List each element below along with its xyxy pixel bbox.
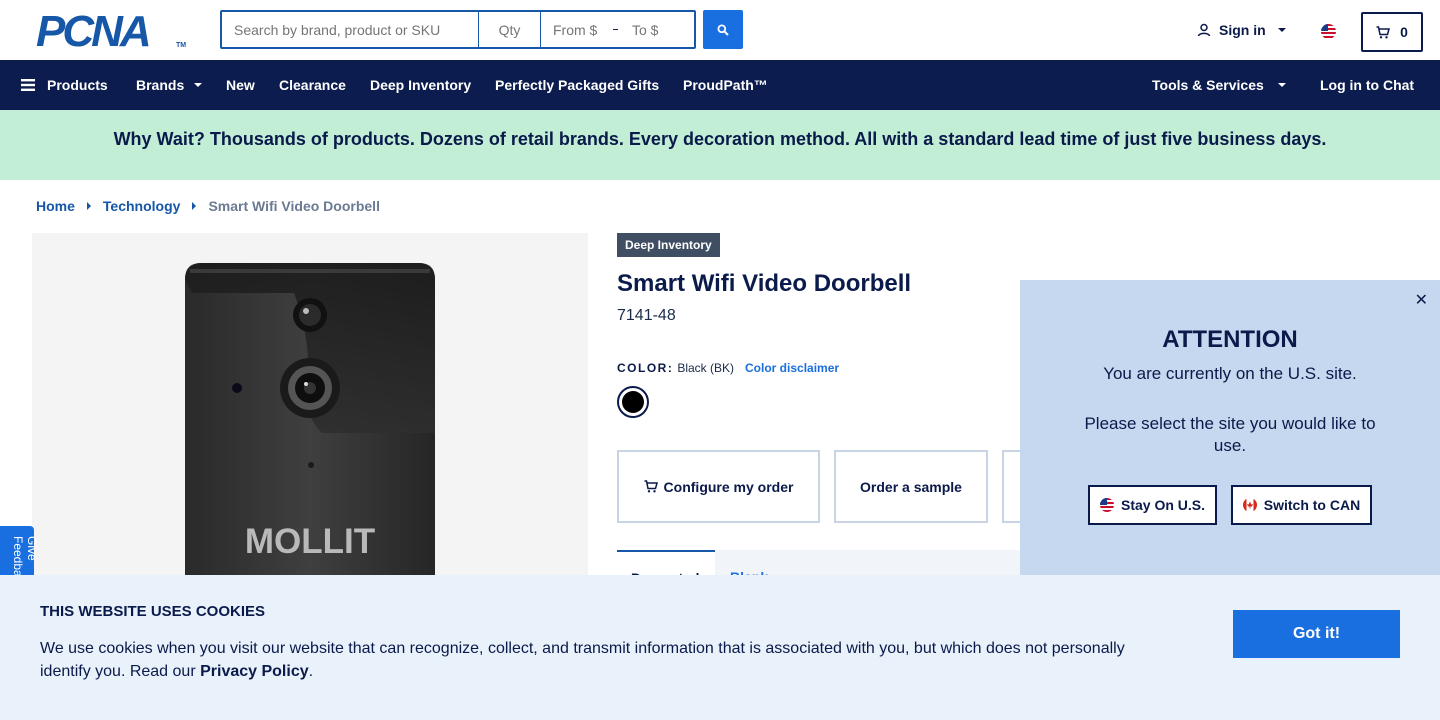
us-flag-icon (1099, 498, 1114, 512)
stay-us-button[interactable]: Stay On U.S. (1088, 485, 1217, 525)
nav-deep-inventory[interactable]: Deep Inventory (370, 60, 471, 110)
cart-icon (644, 480, 658, 493)
color-row: COLOR: Black (BK) Color disclaimer (617, 361, 839, 375)
color-label: COLOR: (617, 361, 674, 375)
user-icon (1197, 23, 1211, 37)
nav-proudpath[interactable]: ProudPath™ (683, 60, 768, 110)
canada-flag-icon (1242, 498, 1257, 512)
site-selection-modal: ✕ ATTENTION You are currently on the U.S… (1020, 280, 1440, 580)
hamburger-icon (21, 79, 35, 91)
modal-current-site-text: You are currently on the U.S. site. (1103, 364, 1357, 383)
breadcrumb-separator-icon (192, 202, 197, 210)
swatch-fill (622, 391, 644, 413)
order-sample-button[interactable]: Order a sample (834, 450, 988, 523)
nav-tools-services[interactable]: Tools & Services (1152, 60, 1286, 110)
nav-products-label: Products (47, 77, 108, 93)
price-to-input[interactable] (632, 21, 682, 38)
nav-chat-login[interactable]: Log in to Chat (1320, 60, 1414, 110)
logo-text: PCNA (36, 7, 152, 56)
sign-in-label: Sign in (1219, 22, 1266, 38)
close-icon[interactable]: ✕ (1415, 290, 1428, 310)
breadcrumb-current: Smart Wifi Video Doorbell (208, 198, 380, 214)
cookie-period: . (308, 663, 314, 680)
cart-count: 0 (1400, 24, 1408, 40)
color-value: Black (BK) (677, 361, 735, 375)
color-swatch-black[interactable] (617, 386, 649, 418)
stay-us-label: Stay On U.S. (1120, 497, 1206, 513)
cart-button[interactable]: 0 (1361, 12, 1423, 52)
search-bar (220, 10, 696, 49)
sign-in-menu[interactable]: Sign in (1197, 22, 1286, 38)
product-title: Smart Wifi Video Doorbell (617, 270, 912, 297)
breadcrumb-separator-icon (86, 202, 91, 210)
cookie-title: THIS WEBSITE USES COOKIES (40, 603, 266, 620)
nav-perfectly-packaged-gifts[interactable]: Perfectly Packaged Gifts (495, 60, 659, 110)
product-sku: 7141-48 (617, 307, 676, 324)
logo-trademark: TM (176, 42, 187, 49)
nav-new-label: New (226, 77, 255, 93)
price-range (541, 12, 694, 47)
breadcrumb: Home Technology Smart Wifi Video Doorbel… (36, 198, 380, 214)
configure-order-label: Configure my order (663, 478, 794, 495)
modal-title: ATTENTION (1162, 326, 1298, 353)
nav-gifts-label: Perfectly Packaged Gifts (495, 77, 660, 93)
switch-can-button[interactable]: Switch to CAN (1231, 485, 1372, 525)
nav-clearance-label: Clearance (279, 77, 346, 93)
us-flag-icon[interactable] (1321, 24, 1336, 39)
configure-order-button[interactable]: Configure my order (617, 450, 820, 523)
cookie-accept-label: Got it! (1292, 625, 1341, 642)
top-header: PCNA TM Sign in (0, 0, 1440, 60)
nav-clearance[interactable]: Clearance (279, 60, 346, 110)
product-image[interactable]: MOLLIT (32, 233, 588, 593)
nav-new[interactable]: New (226, 60, 255, 110)
image-brand-text: MOLLIT (245, 522, 375, 561)
color-disclaimer-link[interactable]: Color disclaimer (745, 361, 839, 375)
search-input[interactable] (222, 12, 479, 47)
nav-chat-label: Log in to Chat (1320, 77, 1415, 93)
page: PCNA TM Sign in (0, 0, 1440, 720)
nav-proudpath-label: ProudPath™ (683, 77, 768, 93)
main-nav: Products Brands New Clearance Deep Inven… (0, 60, 1440, 110)
chevron-down-icon (1277, 83, 1286, 87)
cookie-banner: THIS WEBSITE USES COOKIES We use cookies… (0, 575, 1440, 720)
nav-brands[interactable]: Brands (136, 60, 203, 110)
switch-can-label: Switch to CAN (1263, 497, 1361, 513)
doorbell-image: MOLLIT (185, 263, 435, 593)
promo-text: Why Wait? Thousands of products. Dozens … (113, 129, 1327, 149)
breadcrumb-home[interactable]: Home (36, 198, 75, 214)
price-from-input[interactable] (553, 21, 613, 38)
modal-select-site-text: Please select the site you would like to… (1084, 414, 1376, 455)
deep-inventory-badge: Deep Inventory (617, 233, 720, 257)
cookie-accept-button[interactable]: Got it! (1233, 610, 1400, 658)
privacy-policy-link[interactable]: Privacy Policy (200, 663, 309, 680)
search-icon (717, 24, 729, 36)
badge-label: Deep Inventory (625, 238, 712, 252)
cookie-text: We use cookies when you visit our websit… (40, 637, 1150, 683)
nav-brands-label: Brands (136, 77, 185, 93)
breadcrumb-technology[interactable]: Technology (103, 198, 181, 214)
pcna-logo[interactable]: PCNA TM (36, 10, 187, 54)
qty-input[interactable] (479, 12, 541, 47)
chevron-down-icon (1277, 28, 1286, 32)
nav-deep-inventory-label: Deep Inventory (370, 77, 472, 93)
order-sample-label: Order a sample (860, 478, 962, 495)
cart-icon (1376, 25, 1391, 38)
search-button[interactable] (703, 10, 743, 49)
promo-banner: Why Wait? Thousands of products. Dozens … (0, 110, 1440, 180)
chevron-down-icon (194, 83, 203, 87)
nav-tools-label: Tools & Services (1152, 77, 1264, 93)
price-range-dash (613, 29, 618, 30)
nav-products[interactable]: Products (21, 60, 108, 110)
